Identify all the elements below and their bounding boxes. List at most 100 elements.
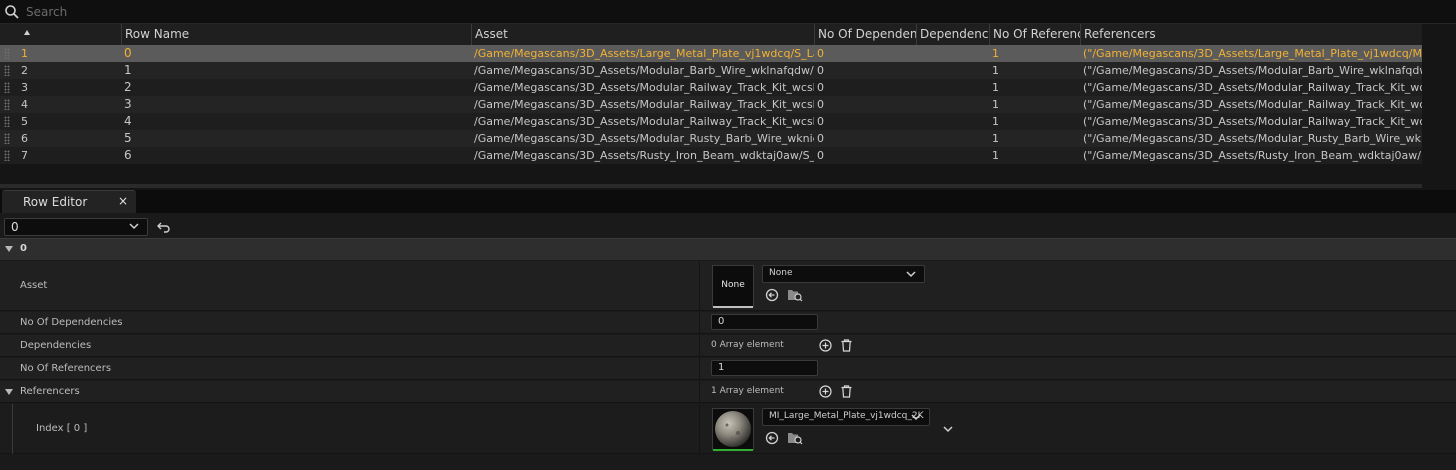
no-of-dependencies-cell: 0 [817,149,824,162]
column-splitter[interactable] [699,312,700,333]
dependencies-cell [916,62,988,79]
column-splitter[interactable] [699,381,700,402]
row-name-cell: 3 [124,97,132,111]
dependencies-cell [916,113,988,130]
tab-row-editor-label: Row Editor [23,195,88,209]
data-table: Row Name Asset No Of Dependencies Depend… [0,24,1422,164]
property-row-no-of-dependencies: No Of Dependencies 0 [0,312,1456,334]
drag-handle-icon[interactable] [4,133,10,144]
material-sphere-icon [715,411,751,447]
no-of-dependencies-cell: 0 [817,64,824,77]
table-row[interactable]: 5 4/Game/Megascans/3D_Assets/Modular_Rail… [0,113,1422,130]
column-header-row-name[interactable]: Row Name [121,24,471,45]
browse-folder-icon[interactable] [787,431,803,445]
search-input[interactable] [24,2,1444,22]
no-of-referencers-field[interactable]: 1 [711,360,818,376]
trash-icon[interactable] [840,339,853,352]
dependencies-cell [916,96,988,113]
row-index-cell: 3 [21,81,28,94]
property-row-referencers-index-0: Index [ 0 ] MI_Large_Metal_Plate_vj1wdcq… [0,404,1456,454]
property-label-no-of-referencers: No Of Referencers [20,363,112,374]
no-of-referencers-cell: 1 [992,81,999,94]
property-row-asset: Asset None None [0,261,1456,311]
column-splitter[interactable] [699,335,700,356]
asset-thumbnail[interactable]: None [712,265,754,308]
table-row[interactable]: 3 2/Game/Megascans/3D_Assets/Modular_Rail… [0,79,1422,96]
asset-cell: /Game/Megascans/3D_Assets/Modular_Railwa… [474,81,814,94]
referencers-cell: ("/Game/Megascans/3D_Assets/Modular_Barb… [1083,64,1422,77]
column-splitter[interactable] [699,358,700,379]
asset-picker-value: None [769,268,793,278]
table-row[interactable]: 6 5/Game/Megascans/3D_Assets/Modular_Rust… [0,130,1422,147]
drag-handle-icon[interactable] [4,150,10,161]
no-of-referencers-value: 1 [718,362,725,373]
drag-handle-icon[interactable] [4,48,10,59]
asset-thumbnail-bar [713,306,753,308]
dependencies-cell [916,79,988,96]
row-name-cell: 4 [124,114,132,128]
no-of-referencers-cell: 1 [992,98,999,111]
table-row[interactable]: 4 3/Game/Megascans/3D_Assets/Modular_Rail… [0,96,1422,113]
search-bar [0,0,1456,24]
chevron-down-icon [906,271,916,278]
close-icon[interactable]: × [118,194,128,208]
trash-icon[interactable] [840,385,853,398]
add-element-icon[interactable] [819,339,832,352]
add-element-icon[interactable] [819,385,832,398]
tab-row-editor[interactable]: Row Editor × [2,190,136,213]
table-row[interactable]: 1 0/Game/Megascans/3D_Assets/Large_Metal_… [0,45,1422,62]
row-name-cell: 2 [124,80,132,94]
no-of-referencers-cell: 1 [992,149,999,162]
dependencies-cell [916,147,988,164]
use-selected-icon[interactable] [765,431,779,445]
asset-cell: /Game/Megascans/3D_Assets/Modular_Barb_W… [474,64,814,77]
drag-handle-icon[interactable] [4,65,10,76]
use-selected-icon[interactable] [765,288,779,302]
undo-icon[interactable] [157,220,171,234]
drag-handle-icon[interactable] [4,99,10,110]
no-of-dependencies-field[interactable]: 0 [711,314,818,330]
drag-handle-icon[interactable] [4,82,10,93]
material-thumbnail-bar [713,449,753,451]
referencers-cell: ("/Game/Megascans/3D_Assets/Modular_Rail… [1083,81,1422,94]
drag-handle-icon[interactable] [4,116,10,127]
no-of-dependencies-cell: 0 [817,132,824,145]
column-header-asset[interactable]: Asset [471,24,814,45]
sort-ascending-icon [24,30,30,35]
no-of-referencers-cell: 1 [992,64,999,77]
category-row-0[interactable]: 0 [0,238,1456,260]
asset-cell: /Game/Megascans/3D_Assets/Modular_Railwa… [474,98,814,111]
asset-cell: /Game/Megascans/3D_Assets/Large_Metal_Pl… [474,47,814,60]
asset-picker-combo[interactable]: None [762,265,925,283]
no-of-dependencies-value: 0 [718,316,725,327]
material-thumbnail[interactable] [712,408,754,451]
column-header-index[interactable] [0,24,121,45]
referencers-cell: ("/Game/Megascans/3D_Assets/Modular_Rail… [1083,115,1422,128]
column-splitter[interactable] [699,261,700,310]
no-of-dependencies-cell: 0 [817,115,824,128]
row-name-cell: 6 [124,148,132,162]
browse-folder-icon[interactable] [787,288,803,302]
column-header-dependencies[interactable]: Dependencies [916,24,989,45]
referencers-array-count: 1 Array element [711,386,784,396]
column-header-referencers[interactable]: Referencers [1080,24,1422,45]
material-picker-combo[interactable]: MI_Large_Metal_Plate_vj1wdcq_2K [762,408,930,426]
column-header-no-of-referencers[interactable]: No Of Referencers [989,24,1080,45]
asset-cell: /Game/Megascans/3D_Assets/Modular_Railwa… [474,115,814,128]
referencers-cell: ("/Game/Megascans/3D_Assets/Modular_Rail… [1083,98,1422,111]
dependencies-cell [916,45,988,62]
no-of-referencers-cell: 1 [992,115,999,128]
chevron-down-icon[interactable] [943,424,953,434]
expand-arrow-icon[interactable] [5,389,13,395]
column-header-no-of-dependencies[interactable]: No Of Dependencies [814,24,916,45]
table-row[interactable]: 7 6/Game/Megascans/3D_Assets/Rusty_Iron_B… [0,147,1422,164]
row-select-dropdown[interactable]: 0 [4,218,148,236]
row-select-value: 0 [11,220,19,234]
table-header: Row Name Asset No Of Dependencies Depend… [0,24,1422,45]
referencers-cell: ("/Game/Megascans/3D_Assets/Rusty_Iron_B… [1083,149,1422,162]
no-of-referencers-cell: 1 [992,132,999,145]
asset-thumbnail-text: None [721,280,745,290]
table-row[interactable]: 2 1/Game/Megascans/3D_Assets/Modular_Barb… [0,62,1422,79]
column-splitter[interactable] [699,404,700,453]
no-of-dependencies-cell: 0 [817,98,824,111]
